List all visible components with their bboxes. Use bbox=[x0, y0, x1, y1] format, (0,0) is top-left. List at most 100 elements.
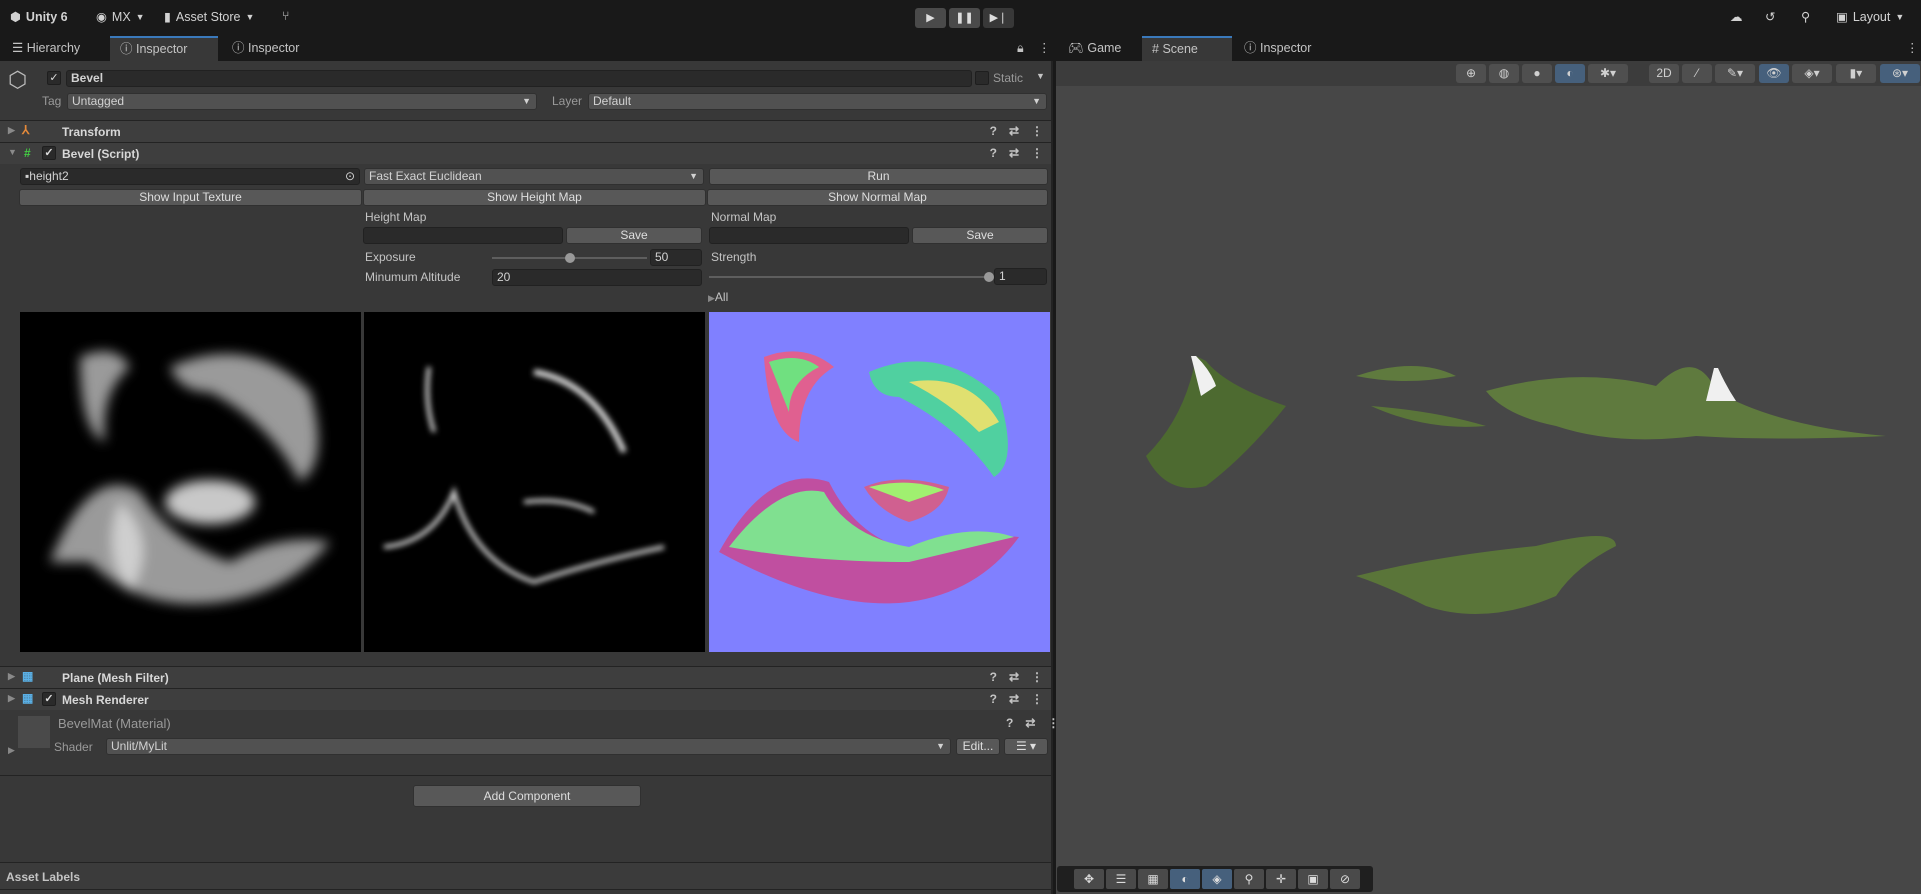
layers-tool-icon[interactable]: ◈ bbox=[1202, 869, 1232, 889]
script-enabled-checkbox[interactable]: ✓ bbox=[42, 146, 56, 160]
exposure-slider[interactable] bbox=[492, 253, 647, 263]
visibility-icon[interactable]: 👁︎ bbox=[1759, 64, 1789, 83]
cloud-icon[interactable]: ☁ bbox=[1730, 9, 1743, 24]
step-button[interactable]: ▶❘ bbox=[983, 8, 1014, 28]
help-icon[interactable]: ? bbox=[990, 146, 997, 160]
strength-slider[interactable] bbox=[709, 272, 994, 282]
camera-tool-icon[interactable]: ▣ bbox=[1298, 869, 1328, 889]
static-dropdown[interactable]: ▼ bbox=[1036, 71, 1045, 81]
mesh-renderer-header[interactable]: ▶ ▦ ✓ Mesh Renderer ? ⇄ ⋮ bbox=[0, 688, 1051, 710]
version-control-icon[interactable]: ⑂ bbox=[282, 9, 290, 23]
show-height-map-button[interactable]: Show Height Map bbox=[363, 189, 706, 206]
help-icon[interactable]: ? bbox=[990, 692, 997, 706]
height-map-field[interactable] bbox=[363, 227, 563, 244]
audio-toggle-icon[interactable]: ⁄ bbox=[1682, 64, 1712, 83]
min-altitude-field[interactable]: 20 bbox=[492, 269, 702, 286]
lighting-icon[interactable]: ◐ bbox=[1555, 64, 1585, 83]
presets-icon[interactable]: ⇄ bbox=[1009, 146, 1019, 160]
strength-field[interactable]: 1 bbox=[994, 268, 1047, 285]
static-checkbox[interactable] bbox=[975, 71, 989, 85]
pause-button[interactable]: ❚❚ bbox=[949, 8, 980, 28]
exposure-label: Exposure bbox=[365, 250, 416, 264]
help-icon[interactable]: ? bbox=[990, 124, 997, 138]
tab-game[interactable]: 🎮︎ Game bbox=[1058, 36, 1131, 61]
run-button[interactable]: Run bbox=[709, 168, 1048, 185]
bevel-script-header[interactable]: ▼ # ✓ Bevel (Script) ? ⇄ ⋮ bbox=[0, 142, 1051, 164]
renderer-enabled-checkbox[interactable]: ✓ bbox=[42, 692, 56, 706]
asset-labels-bar[interactable]: Asset Labels bbox=[0, 862, 1051, 890]
more-icon[interactable]: ⋮ bbox=[1031, 670, 1043, 684]
tab-scene[interactable]: # Scene bbox=[1142, 36, 1232, 61]
algorithm-dropdown[interactable]: Fast Exact Euclidean ▼ bbox=[364, 168, 704, 185]
account-dropdown[interactable]: ◉ MX ▼ bbox=[96, 9, 145, 25]
play-button[interactable]: ▶ bbox=[915, 8, 946, 28]
mesh-filter-header[interactable]: ▶ ▦ Plane (Mesh Filter) ? ⇄ ⋮ bbox=[0, 666, 1051, 688]
orbit-tool-icon[interactable]: ⊘ bbox=[1330, 869, 1360, 889]
object-picker-icon[interactable]: ⊙ bbox=[345, 169, 355, 184]
more-icon[interactable]: ⋮ bbox=[1896, 36, 1921, 61]
show-normal-map-button[interactable]: Show Normal Map bbox=[707, 189, 1048, 206]
more-icon[interactable]: ⋮ bbox=[1031, 146, 1043, 160]
presets-icon[interactable]: ⇄ bbox=[1025, 716, 1035, 730]
exposure-field[interactable]: 50 bbox=[650, 249, 702, 266]
transform-header[interactable]: ▶ ⅄ Transform ? ⇄ ⋮ bbox=[0, 120, 1051, 142]
name-field[interactable]: Bevel bbox=[66, 70, 972, 87]
tab-inspector[interactable]: ⓘ Inspector bbox=[110, 36, 218, 61]
strength-slider-handle[interactable] bbox=[984, 272, 994, 282]
more-icon[interactable]: ⋮ bbox=[1031, 692, 1043, 706]
zoom-tool-icon[interactable]: ⚲ bbox=[1234, 869, 1264, 889]
tab-inspector-2[interactable]: ⓘ Inspector bbox=[222, 36, 309, 61]
tab-inspector-3[interactable]: ⓘ Inspector bbox=[1234, 36, 1321, 61]
search-icon[interactable]: ⚲ bbox=[1801, 9, 1810, 24]
left-tab-bar: ☰ Hierarchy ⓘ Inspector ⓘ Inspector 🔒︎ ⋮ bbox=[0, 36, 1053, 61]
lighting-tool-icon[interactable]: ◐ bbox=[1170, 869, 1200, 889]
collapse-icon[interactable]: ▼ bbox=[8, 147, 17, 157]
shader-dropdown[interactable]: Unlit/MyLit ▼ bbox=[106, 738, 951, 755]
layer-dropdown[interactable]: Default ▼ bbox=[588, 93, 1047, 110]
layout-dropdown[interactable]: ▣ Layout ▼ bbox=[1836, 9, 1904, 25]
show-input-texture-button[interactable]: Show Input Texture bbox=[19, 189, 362, 206]
shader-options-dropdown[interactable]: ☰ ▾ bbox=[1004, 738, 1048, 755]
tab-hierarchy[interactable]: ☰ Hierarchy bbox=[2, 36, 90, 61]
edit-shader-button[interactable]: Edit... bbox=[956, 738, 1000, 755]
help-icon[interactable]: ? bbox=[1006, 716, 1013, 730]
add-component-button[interactable]: Add Component bbox=[413, 785, 641, 807]
asset-store-dropdown[interactable]: ▮ Asset Store ▼ bbox=[164, 9, 254, 25]
unity-menu[interactable]: ⬢ Unity 6 bbox=[10, 9, 68, 25]
normal-map-preview bbox=[709, 312, 1050, 652]
strength-label: Strength bbox=[711, 250, 757, 264]
more-icon[interactable]: ⋮ bbox=[1031, 124, 1043, 138]
gizmos-dropdown[interactable]: ⊛▾ bbox=[1880, 64, 1920, 83]
wireframe-icon[interactable]: ⊕ bbox=[1456, 64, 1486, 83]
texture-object-field[interactable]: ▪height2 ⊙ bbox=[20, 168, 360, 185]
move-tool-icon[interactable]: ☰ bbox=[1106, 869, 1136, 889]
presets-icon[interactable]: ⇄ bbox=[1009, 124, 1019, 138]
material-name: BevelMat (Material) bbox=[58, 716, 171, 731]
expand-icon[interactable]: ▶ bbox=[8, 671, 15, 682]
material-expand-icon[interactable]: ▶ bbox=[8, 745, 15, 756]
exposure-slider-handle[interactable] bbox=[564, 253, 575, 263]
layers-dropdown[interactable]: ◈▾ bbox=[1792, 64, 1832, 83]
shaded-wireframe-icon[interactable]: ◍ bbox=[1489, 64, 1519, 83]
active-checkbox[interactable]: ✓ bbox=[47, 71, 61, 85]
all-foldout[interactable]: ▶All bbox=[708, 290, 728, 304]
camera-dropdown[interactable]: ▮▾ bbox=[1836, 64, 1876, 83]
view-tool-icon[interactable]: ✥ bbox=[1074, 869, 1104, 889]
normal-map-field[interactable] bbox=[709, 227, 909, 244]
presets-icon[interactable]: ⇄ bbox=[1009, 692, 1019, 706]
grid-tool-icon[interactable]: ▦ bbox=[1138, 869, 1168, 889]
expand-icon[interactable]: ▶ bbox=[8, 693, 15, 704]
tag-dropdown[interactable]: Untagged ▼ bbox=[67, 93, 537, 110]
expand-icon[interactable]: ▶ bbox=[8, 125, 15, 136]
save-height-map-button[interactable]: Save bbox=[566, 227, 702, 244]
presets-icon[interactable]: ⇄ bbox=[1009, 670, 1019, 684]
save-normal-map-button[interactable]: Save bbox=[912, 227, 1048, 244]
shaded-icon[interactable]: ● bbox=[1522, 64, 1552, 83]
effects-dropdown[interactable]: ✎▾ bbox=[1715, 64, 1755, 83]
2d-toggle-icon[interactable]: 2D bbox=[1649, 64, 1679, 83]
scene-view[interactable]: ⊕ ◍ ● ◐ ✱▾ 2D ⁄ ✎▾ 👁︎ ◈▾ ▮▾ ⊛▾ bbox=[1056, 61, 1921, 894]
debug-draw-dropdown[interactable]: ✱▾ bbox=[1588, 64, 1628, 83]
help-icon[interactable]: ? bbox=[990, 670, 997, 684]
history-icon[interactable]: ↺ bbox=[1765, 9, 1775, 24]
pan-tool-icon[interactable]: ✛ bbox=[1266, 869, 1296, 889]
